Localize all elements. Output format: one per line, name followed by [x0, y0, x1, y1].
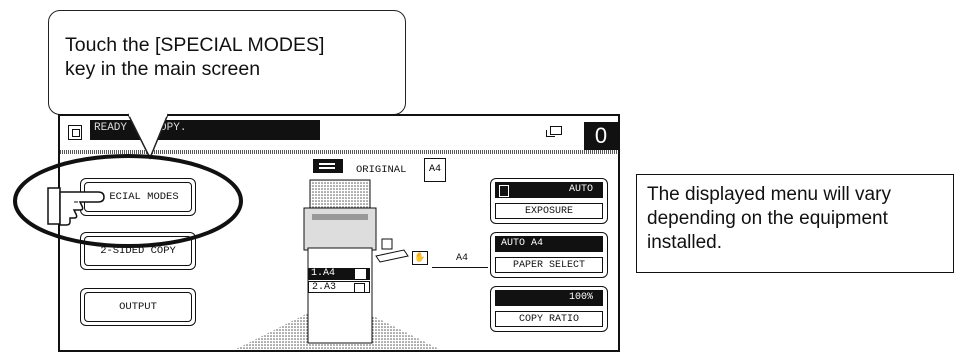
- exposure-button[interactable]: AUTO EXPOSURE: [490, 178, 608, 224]
- bypass-size: A4: [456, 253, 469, 264]
- tray-2[interactable]: 2.A3: [308, 281, 370, 293]
- paper-select-button[interactable]: AUTO A4 PAPER SELECT: [490, 232, 608, 278]
- callout-text: Touch the [SPECIAL MODES] key in the mai…: [65, 34, 325, 80]
- copier-touch-panel: READY COPY. 0 ECIAL MODES 2-SIDED COPY O…: [58, 114, 620, 352]
- tray-1[interactable]: 1.A4: [308, 268, 370, 280]
- instruction-callout: Touch the [SPECIAL MODES] key in the mai…: [48, 10, 406, 115]
- pointing-hand-icon: [47, 187, 105, 226]
- bypass-tray-icon: ✋: [412, 251, 428, 265]
- equipment-note: The displayed menu will vary depending o…: [636, 174, 954, 273]
- copy-ratio-button[interactable]: 100% COPY RATIO: [490, 286, 608, 332]
